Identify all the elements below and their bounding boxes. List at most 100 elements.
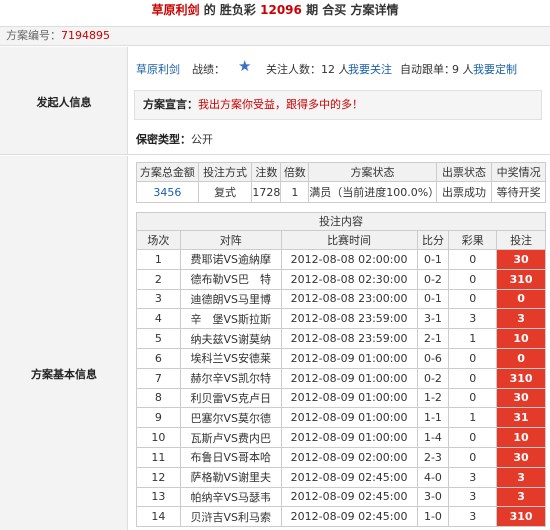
cell-match-no: 8 <box>136 387 181 409</box>
cell-match-time: 2012-08-09 01:00:00 <box>280 427 418 448</box>
cell-match-time: 2012-08-08 02:30:00 <box>280 268 418 290</box>
detail-header-time: 比赛时间 <box>280 230 418 250</box>
cell-bet: 30 <box>496 446 546 468</box>
initiator-stats-row: 草原利剑 战绩： ★ 关注人数： 12 人 我要关注 自动跟单： 9 人 我要定… <box>136 57 546 77</box>
cell-score: 2-3 <box>416 446 450 468</box>
cell-result: 1 <box>448 328 498 349</box>
detail-header-score: 比分 <box>416 230 450 250</box>
cell-bet: 310 <box>496 367 546 389</box>
cell-bet: 3 <box>496 308 546 330</box>
summary-method: 复式 <box>197 181 253 203</box>
cell-match-no: 4 <box>136 308 181 330</box>
cell-result: 3 <box>448 486 498 508</box>
cell-match-time: 2012-08-09 01:00:00 <box>280 407 418 429</box>
table-row: 5 纳夫兹VS谢莫纳 2012-08-08 23:59:00 2-1 1 10 <box>136 328 546 349</box>
cell-fixture: 埃科兰VS安德莱 <box>179 347 282 369</box>
declaration-label: 方案宣言： <box>143 98 198 111</box>
table-row: 2 德布勒VS巴 特 2012-08-08 02:30:00 0-2 0 310 <box>136 268 546 290</box>
lottery-name: 胜负彩 <box>219 3 256 17</box>
cell-match-no: 13 <box>136 486 181 508</box>
plan-number-label: 方案编号： <box>6 29 61 42</box>
cell-match-time: 2012-08-08 02:00:00 <box>280 249 418 270</box>
initiator-link[interactable]: 草原利剑 <box>136 61 180 77</box>
summary-amount: 3456 <box>136 181 199 203</box>
summary-header-bets: 注数 <box>251 162 282 182</box>
summary-header-multiple: 倍数 <box>280 162 310 182</box>
title-de: 的 <box>203 3 216 17</box>
cell-match-no: 9 <box>136 407 181 429</box>
secrecy-row: 保密类型：公开 <box>136 131 213 147</box>
summary-header-method: 投注方式 <box>197 162 253 182</box>
cell-match-no: 12 <box>136 466 181 488</box>
cell-score: 0-6 <box>416 347 450 369</box>
cell-fixture: 纳夫兹VS谢莫纳 <box>179 328 282 349</box>
cell-score: 1-0 <box>416 506 450 528</box>
follow-link[interactable]: 我要关注 <box>348 61 392 77</box>
cell-fixture: 利贝雷VS克卢日 <box>179 387 282 409</box>
auto-follow-count: 9 人 <box>452 63 474 76</box>
secrecy-value: 公开 <box>191 133 213 146</box>
cell-fixture: 辛 堡VS斯拉斯 <box>179 308 282 330</box>
buy-type: 合买 <box>322 3 347 17</box>
summary-header-ticket: 出票状态 <box>435 162 493 182</box>
cell-fixture: 布鲁日VS哥本哈 <box>179 446 282 468</box>
table-row: 8 利贝雷VS克卢日 2012-08-09 01:00:00 1-2 0 30 <box>136 387 546 409</box>
detail-header-result: 彩果 <box>448 230 498 250</box>
declaration-box: 方案宣言：我出方案你受益，跟得多中的多！ <box>134 90 542 120</box>
cell-result: 1 <box>448 407 498 429</box>
cell-match-no: 5 <box>136 328 181 349</box>
summary-multiple: 1 <box>280 181 310 203</box>
cell-bet: 30 <box>496 249 546 270</box>
table-row: 6 埃科兰VS安德莱 2012-08-09 01:00:00 0-6 0 0 <box>136 347 546 369</box>
cell-result: 3 <box>448 308 498 330</box>
cell-match-time: 2012-08-09 01:00:00 <box>280 347 418 369</box>
cell-match-time: 2012-08-08 23:59:00 <box>280 328 418 349</box>
table-row: 9 巴塞尔VS莫尔德 2012-08-09 01:00:00 1-1 1 31 <box>136 407 546 429</box>
auto-follow-link[interactable]: 我要定制 <box>473 61 517 77</box>
initiator-info-label-cell: 发起人信息 <box>0 47 128 155</box>
cell-match-time: 2012-08-09 01:00:00 <box>280 367 418 389</box>
follow-count-label: 关注人数： <box>266 63 321 76</box>
cell-result: 0 <box>448 387 498 409</box>
cell-match-no: 6 <box>136 347 181 369</box>
cell-score: 0-2 <box>416 268 450 290</box>
cell-score: 3-1 <box>416 308 450 330</box>
table-row: 7 赫尔辛VS凯尔特 2012-08-09 01:00:00 0-2 0 310 <box>136 367 546 389</box>
cell-match-time: 2012-08-09 02:45:00 <box>280 506 418 528</box>
cell-fixture: 迪德朗VS马里博 <box>179 288 282 310</box>
cell-match-no: 11 <box>136 446 181 468</box>
cell-bet: 31 <box>496 407 546 429</box>
cell-bet: 30 <box>496 387 546 409</box>
cell-bet: 310 <box>496 268 546 290</box>
cell-result: 3 <box>448 466 498 488</box>
cell-match-time: 2012-08-09 02:00:00 <box>280 446 418 468</box>
table-row: 12 萨格勒VS谢里夫 2012-08-09 02:45:00 4-0 3 3 <box>136 466 546 488</box>
cell-score: 1-2 <box>416 387 450 409</box>
cell-match-no: 1 <box>136 249 181 270</box>
issue-number: 12096 <box>260 3 302 17</box>
cell-score: 3-0 <box>416 486 450 508</box>
detail-header-bet: 投注 <box>496 230 546 250</box>
record-label: 战绩： <box>192 63 225 76</box>
summary-ticket: 出票成功 <box>435 181 493 203</box>
cell-score: 1-1 <box>416 407 450 429</box>
plan-summary-table: 方案总金额 投注方式 注数 倍数 方案状态 出票状态 中奖情况 3456 复式 … <box>136 162 546 203</box>
page-title: 草原利剑 的 胜负彩 12096 期 合买 方案详情 <box>0 0 550 22</box>
cell-bet: 0 <box>496 347 546 369</box>
cell-result: 0 <box>448 427 498 448</box>
cell-result: 0 <box>448 446 498 468</box>
cell-result: 0 <box>448 249 498 270</box>
cell-match-no: 7 <box>136 367 181 389</box>
title-detail: 方案详情 <box>350 3 399 17</box>
initiator-panel: 草原利剑 战绩： ★ 关注人数： 12 人 我要关注 自动跟单： 9 人 我要定… <box>128 47 550 155</box>
cell-fixture: 萨格勒VS谢里夫 <box>179 466 282 488</box>
cell-bet: 3 <box>496 466 546 488</box>
auto-follow-label: 自动跟单： <box>400 63 455 76</box>
cell-score: 2-1 <box>416 328 450 349</box>
star-icon: ★ <box>238 57 252 75</box>
table-row: 1 费耶诺VS逾納摩 2012-08-08 02:00:00 0-1 0 30 <box>136 249 546 270</box>
cell-bet: 310 <box>496 506 546 528</box>
initiator-name[interactable]: 草原利剑 <box>152 3 200 17</box>
summary-header-amount: 方案总金额 <box>136 162 199 182</box>
summary-prize: 等待开奖 <box>491 181 546 203</box>
